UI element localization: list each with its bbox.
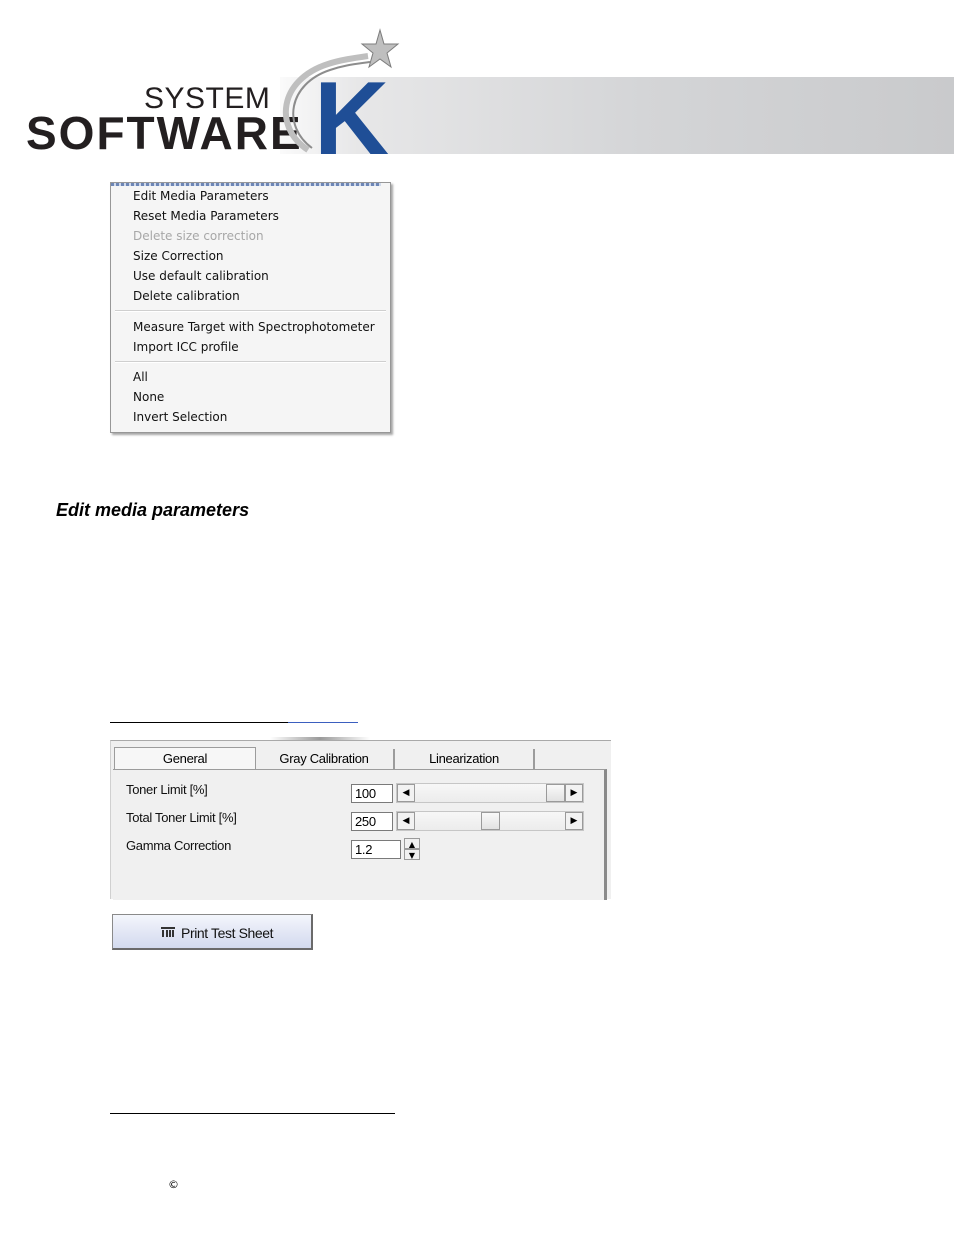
tab-gray-calibration[interactable]: Gray Calibration: [255, 749, 395, 769]
print-test-sheet-button[interactable]: Print Test Sheet: [112, 914, 313, 950]
underline-rule-link: [288, 722, 358, 723]
toner-limit-slider[interactable]: ◀ ▶: [396, 783, 584, 803]
menu-item-reset-media-parameters[interactable]: Reset Media Parameters: [133, 209, 279, 223]
menu-separator: [115, 361, 386, 363]
toner-limit-input[interactable]: 100: [351, 784, 393, 803]
menu-separator: [115, 310, 386, 312]
toner-limit-label: Toner Limit [%]: [126, 782, 208, 797]
context-menu-top-border: [111, 183, 381, 186]
slider-left-arrow-icon[interactable]: ◀: [397, 812, 415, 830]
logo-software-text: SOFTWARE: [26, 107, 303, 159]
toner-limit-slider-thumb[interactable]: [546, 784, 565, 802]
logo-k-letter: K: [314, 61, 389, 156]
footnote-rule: [110, 1113, 395, 1114]
spin-down-arrow-icon[interactable]: ▼: [404, 849, 420, 860]
copyright-symbol: ©: [168, 1178, 179, 1191]
context-menu: Edit Media Parameters Reset Media Parame…: [110, 182, 391, 433]
menu-item-import-icc-profile[interactable]: Import ICC profile: [133, 340, 239, 354]
menu-item-size-correction[interactable]: Size Correction: [133, 249, 224, 263]
total-toner-limit-slider-thumb[interactable]: [481, 812, 500, 830]
menu-item-delete-calibration[interactable]: Delete calibration: [133, 289, 240, 303]
menu-item-invert-selection[interactable]: Invert Selection: [133, 410, 227, 424]
menu-item-use-default-calibration[interactable]: Use default calibration: [133, 269, 269, 283]
gamma-correction-input[interactable]: 1.2: [351, 840, 401, 859]
underline-rule: [110, 722, 288, 723]
menu-item-delete-size-correction: Delete size correction: [133, 229, 264, 243]
menu-item-edit-media-parameters[interactable]: Edit Media Parameters: [133, 189, 269, 203]
total-toner-limit-input[interactable]: 250: [351, 812, 393, 831]
total-toner-limit-slider[interactable]: ◀ ▶: [396, 811, 584, 831]
menu-item-none[interactable]: None: [133, 390, 164, 404]
slider-left-arrow-icon[interactable]: ◀: [397, 784, 415, 802]
tab-linearization[interactable]: Linearization: [395, 749, 535, 769]
star-swoosh-icon: K: [282, 28, 400, 156]
menu-item-measure-target[interactable]: Measure Target with Spectrophotometer: [133, 320, 375, 334]
slider-right-arrow-icon[interactable]: ▶: [565, 784, 583, 802]
general-tab-pane: Toner Limit [%] 100 ◀ ▶ Total Toner Limi…: [113, 769, 607, 900]
gamma-correction-spinner[interactable]: ▲ ▼: [404, 838, 420, 860]
spin-up-arrow-icon[interactable]: ▲: [404, 838, 420, 849]
print-test-sheet-label: Print Test Sheet: [181, 925, 274, 941]
section-heading: Edit media parameters: [56, 500, 250, 520]
slider-right-arrow-icon[interactable]: ▶: [565, 812, 583, 830]
media-parameters-dialog: General Gray Calibration Linearization T…: [110, 740, 611, 900]
menu-item-all[interactable]: All: [133, 370, 148, 384]
tab-strip: General Gray Calibration Linearization: [111, 747, 611, 772]
gamma-correction-label: Gamma Correction: [126, 838, 232, 853]
print-test-sheet-icon: [161, 927, 175, 937]
total-toner-limit-label: Total Toner Limit [%]: [126, 810, 237, 825]
